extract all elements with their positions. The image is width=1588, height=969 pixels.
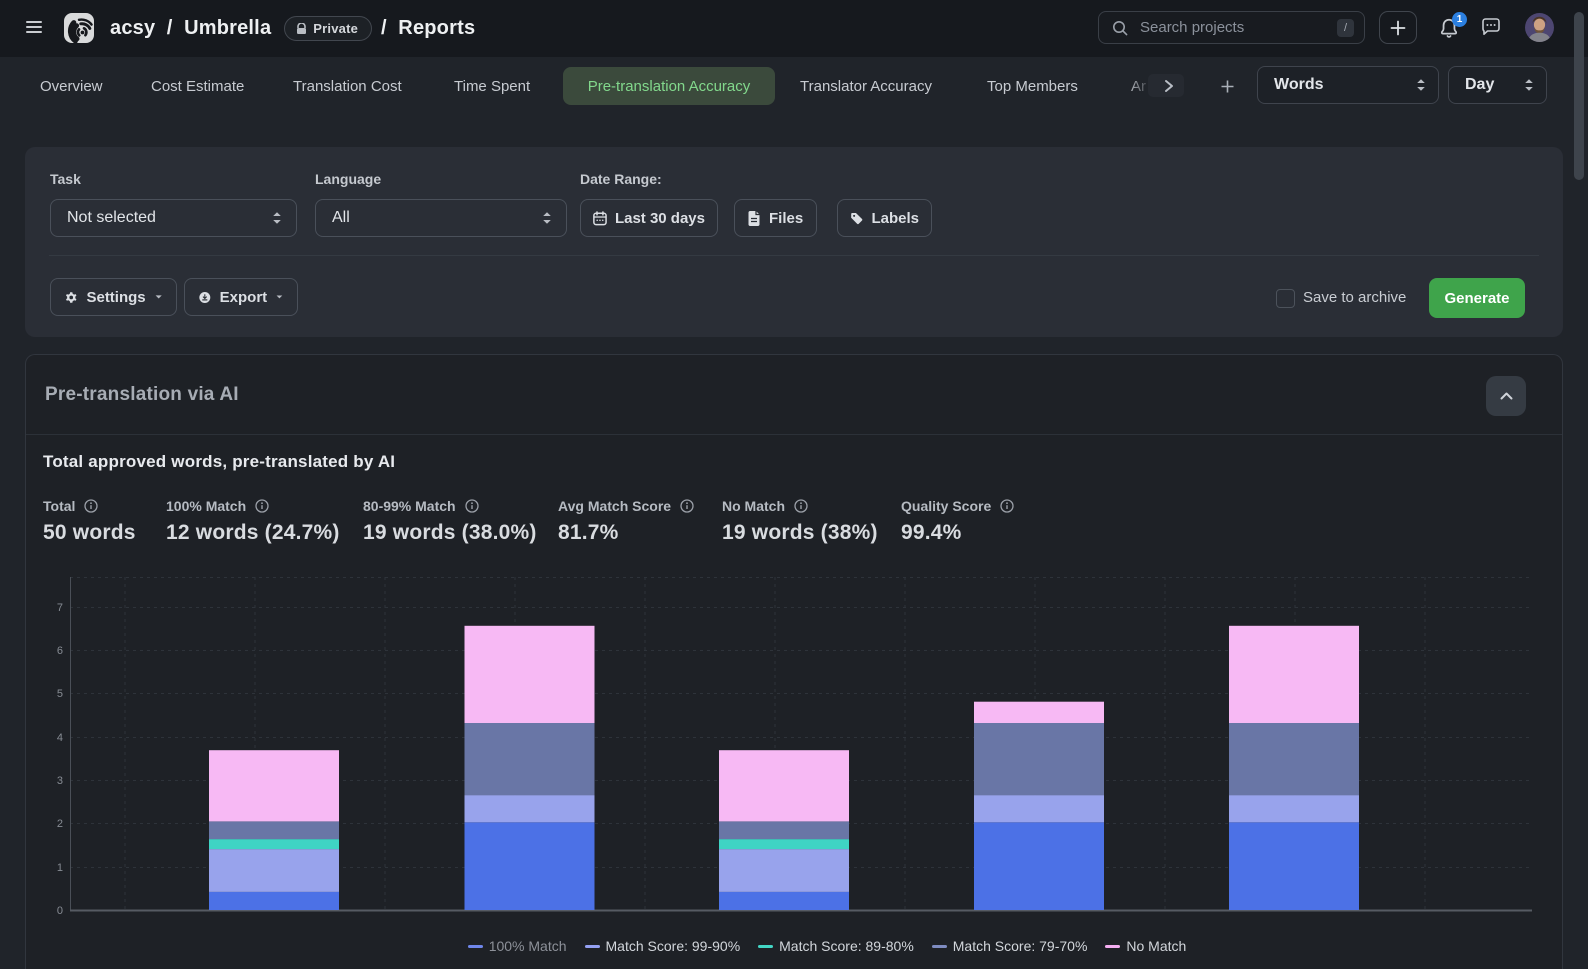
svg-text:1: 1	[57, 862, 63, 874]
svg-text:3: 3	[57, 775, 63, 787]
svg-text:5: 5	[57, 688, 63, 700]
svg-text:2: 2	[57, 818, 63, 830]
svg-text:7: 7	[57, 602, 63, 614]
svg-text:0: 0	[57, 905, 63, 917]
svg-text:6: 6	[57, 645, 63, 657]
svg-text:4: 4	[57, 732, 63, 744]
